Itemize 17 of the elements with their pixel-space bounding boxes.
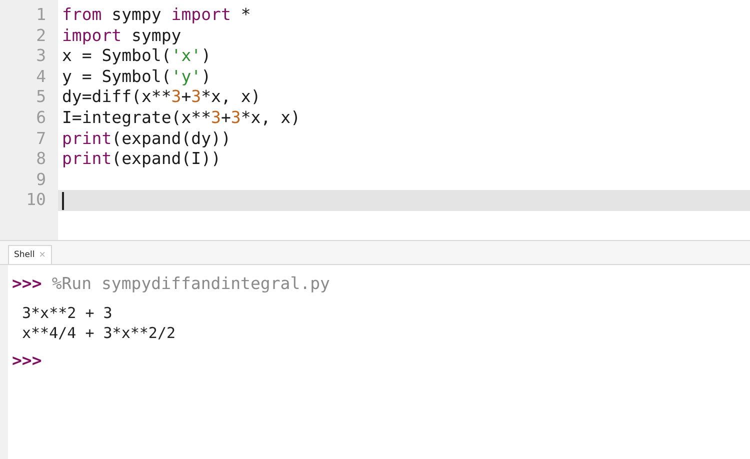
line-number: 10 xyxy=(25,190,47,211)
shell-output: 3*x**2 + 3 xyxy=(21,302,112,323)
line-number: 6 xyxy=(35,108,47,129)
line-number: 9 xyxy=(35,170,47,190)
shell-command: %Run sympydiffandintegral.py xyxy=(52,274,330,295)
line-number: 5 xyxy=(35,87,47,108)
line-number: 1 xyxy=(35,5,47,26)
line-number: 3 xyxy=(35,46,47,67)
shell-prompt: >>> xyxy=(12,350,42,372)
line-number: 7 xyxy=(35,128,47,150)
shell-tab[interactable]: Shell × xyxy=(8,245,52,264)
line-number: 2 xyxy=(35,26,47,46)
shell-prompt: >>> xyxy=(12,274,42,295)
shell-output: x**4/4 + 3*x**2/2 xyxy=(21,322,176,343)
line-number: 8 xyxy=(35,149,47,170)
line-number: 4 xyxy=(35,66,47,88)
text-cursor xyxy=(62,192,64,210)
